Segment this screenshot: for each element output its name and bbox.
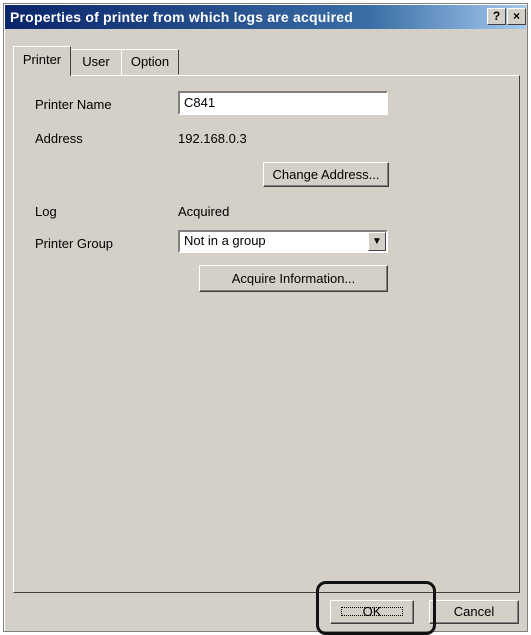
tab-option-label: Option: [130, 54, 170, 69]
properties-dialog: Properties of printer from which logs ar…: [3, 3, 528, 632]
cancel-button[interactable]: Cancel: [429, 600, 519, 624]
tab-panel-printer: Printer Name C841 Address 192.168.0.3 Ch…: [13, 75, 520, 593]
address-label: Address: [35, 131, 83, 146]
printer-group-value: Not in a group: [184, 233, 266, 248]
close-button[interactable]: ×: [507, 8, 526, 25]
acquire-information-button[interactable]: Acquire Information...: [199, 265, 388, 292]
tab-user[interactable]: User: [70, 49, 122, 75]
tab-user-label: User: [82, 54, 110, 69]
log-value: Acquired: [178, 204, 230, 219]
change-address-button[interactable]: Change Address...: [263, 162, 389, 187]
tab-printer-label: Printer: [22, 52, 62, 67]
printer-name-label: Printer Name: [35, 97, 112, 112]
change-address-label: Change Address...: [272, 167, 380, 182]
window-title: Properties of printer from which logs ar…: [10, 9, 353, 25]
tab-printer[interactable]: Printer: [13, 46, 71, 76]
cancel-label: Cancel: [453, 604, 495, 619]
chevron-down-icon[interactable]: ▼: [368, 232, 386, 251]
tab-option[interactable]: Option: [121, 49, 179, 75]
printer-group-label: Printer Group: [35, 236, 114, 251]
acquire-information-label: Acquire Information...: [231, 271, 356, 286]
ok-highlight-frame: [316, 581, 436, 635]
log-label: Log: [35, 204, 57, 219]
title-bar: Properties of printer from which logs ar…: [5, 5, 526, 29]
printer-name-field[interactable]: C841: [178, 91, 388, 115]
help-button[interactable]: ?: [487, 8, 506, 25]
address-value: 192.168.0.3: [178, 131, 247, 146]
printer-group-select[interactable]: Not in a group ▼: [178, 230, 388, 253]
